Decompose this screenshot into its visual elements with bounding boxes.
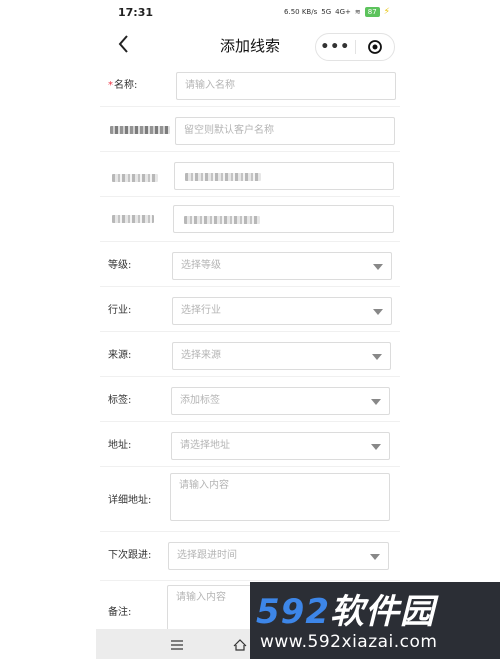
row-source: 来源: 选择来源 xyxy=(100,332,400,377)
caret-down-icon xyxy=(373,264,383,270)
source-placeholder: 选择来源 xyxy=(181,350,221,361)
contact-input[interactable]: 留空则默认客户名称 xyxy=(175,117,395,145)
watermark-url: www.592xiazai.com xyxy=(260,632,438,652)
menu-icon[interactable] xyxy=(171,640,183,650)
source-select[interactable]: 选择来源 xyxy=(172,342,391,370)
caret-down-icon xyxy=(371,399,381,405)
nav-bar: 添加线索 ••• xyxy=(100,28,400,62)
detail-address-label: 详细地址: xyxy=(108,495,152,506)
mini-program-capsule: ••• xyxy=(315,33,395,61)
row-redacted-2 xyxy=(100,197,400,242)
address-select[interactable]: 请选择地址 xyxy=(171,432,390,460)
charging-icon: ⚡ xyxy=(383,7,390,17)
redacted-input-2[interactable] xyxy=(173,205,394,233)
redacted-value xyxy=(184,216,260,224)
close-button[interactable] xyxy=(356,34,395,60)
status-bar: 17:31 6.50 KB/s 5G 4G+ ≋ 87 ⚡ xyxy=(100,0,400,28)
next-followup-label: 下次跟进: xyxy=(108,550,152,561)
industry-label: 行业: xyxy=(108,305,132,316)
row-contact: 留空则默认客户名称 xyxy=(100,107,400,152)
tags-placeholder: 添加标签 xyxy=(180,395,220,406)
row-next-followup: 下次跟进: 选择跟进时间 xyxy=(100,532,400,581)
row-level: 等级: 选择等级 xyxy=(100,242,400,287)
right-margin xyxy=(400,0,500,659)
system-nav-bar xyxy=(96,629,250,659)
redacted-label xyxy=(110,126,170,134)
next-followup-select[interactable]: 选择跟进时间 xyxy=(168,542,389,570)
row-industry: 行业: 选择行业 xyxy=(100,287,400,332)
row-redacted-1 xyxy=(100,152,400,197)
address-label: 地址: xyxy=(108,440,132,451)
next-followup-placeholder: 选择跟进时间 xyxy=(177,550,237,561)
status-time: 17:31 xyxy=(118,6,154,19)
site-watermark: 592软件园 www.592xiazai.com xyxy=(250,582,500,659)
row-address: 地址: 请选择地址 xyxy=(100,422,400,467)
status-icons: 6.50 KB/s 5G 4G+ ≋ 87 ⚡ xyxy=(284,7,390,17)
phone-screen: 17:31 6.50 KB/s 5G 4G+ ≋ 87 ⚡ 添加线索 ••• *… xyxy=(96,0,400,659)
row-tags: 标签: 添加标签 xyxy=(100,377,400,422)
redacted-value xyxy=(185,173,261,181)
caret-down-icon xyxy=(372,354,382,360)
wifi-icon: ≋ xyxy=(354,8,361,16)
level-placeholder: 选择等级 xyxy=(181,260,221,271)
source-label: 来源: xyxy=(108,350,132,361)
more-button[interactable]: ••• xyxy=(316,34,355,60)
detail-address-textarea[interactable]: 请输入内容 xyxy=(170,473,390,521)
clue-form: *名称: 请输入名称 留空则默认客户名称 等级: 选择等级 行业: 选择行业 来… xyxy=(100,62,400,637)
name-label: *名称: xyxy=(108,80,138,91)
level-select[interactable]: 选择等级 xyxy=(172,252,392,280)
home-icon[interactable] xyxy=(233,639,247,651)
remark-label: 备注: xyxy=(108,607,132,618)
redacted-input-1[interactable] xyxy=(174,162,394,190)
caret-down-icon xyxy=(371,444,381,450)
industry-placeholder: 选择行业 xyxy=(181,305,221,316)
row-detail-address: 详细地址: 请输入内容 xyxy=(100,467,400,532)
address-placeholder: 请选择地址 xyxy=(180,440,230,451)
row-name: *名称: 请输入名称 xyxy=(100,62,400,107)
signal-5g: 5G xyxy=(321,8,332,16)
tags-select[interactable]: 添加标签 xyxy=(171,387,390,415)
target-icon xyxy=(367,40,382,54)
tags-label: 标签: xyxy=(108,395,132,406)
name-input[interactable]: 请输入名称 xyxy=(176,72,396,100)
caret-down-icon xyxy=(370,554,380,560)
watermark-logo: 592软件园 xyxy=(256,592,435,632)
level-label: 等级: xyxy=(108,260,132,271)
net-speed: 6.50 KB/s xyxy=(284,8,318,16)
industry-select[interactable]: 选择行业 xyxy=(172,297,392,325)
caret-down-icon xyxy=(373,309,383,315)
left-margin xyxy=(0,0,100,659)
redacted-label xyxy=(112,174,158,182)
redacted-label xyxy=(112,215,154,223)
signal-4g: 4G+ xyxy=(335,8,351,16)
more-dots-icon: ••• xyxy=(320,39,351,55)
required-mark: * xyxy=(108,80,113,91)
battery-level: 87 xyxy=(364,7,380,17)
